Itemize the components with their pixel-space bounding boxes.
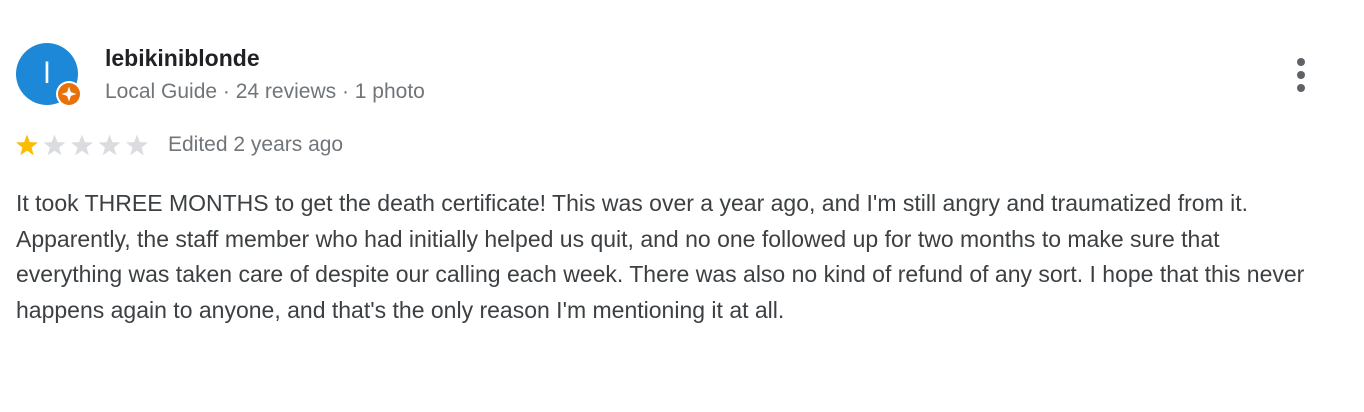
more-vert-icon-dot: [1297, 58, 1305, 66]
star-empty-icon: [98, 134, 121, 156]
more-vert-icon-dot: [1297, 84, 1305, 92]
star-empty-icon: [71, 134, 93, 156]
local-guide-badge-icon: [56, 81, 82, 107]
reviewer-name-link[interactable]: lebikiniblonde: [105, 45, 260, 72]
review-date: Edited 2 years ago: [168, 133, 344, 156]
star-filled-icon: [16, 134, 38, 156]
reviewer-avatar[interactable]: l: [16, 43, 82, 107]
review-text: It took THREE MONTHS to get the death ce…: [16, 190, 1305, 323]
more-vert-icon-dot: [1297, 71, 1305, 79]
star-rating: [16, 134, 148, 156]
star-empty-icon: [43, 134, 66, 156]
review-card: l lebikiniblonde Local Guide · 24 review…: [0, 0, 1364, 412]
reviewer-meta: Local Guide · 24 reviews · 1 photo: [105, 80, 425, 103]
more-options-button[interactable]: [1286, 54, 1316, 96]
star-empty-icon: [126, 134, 148, 156]
